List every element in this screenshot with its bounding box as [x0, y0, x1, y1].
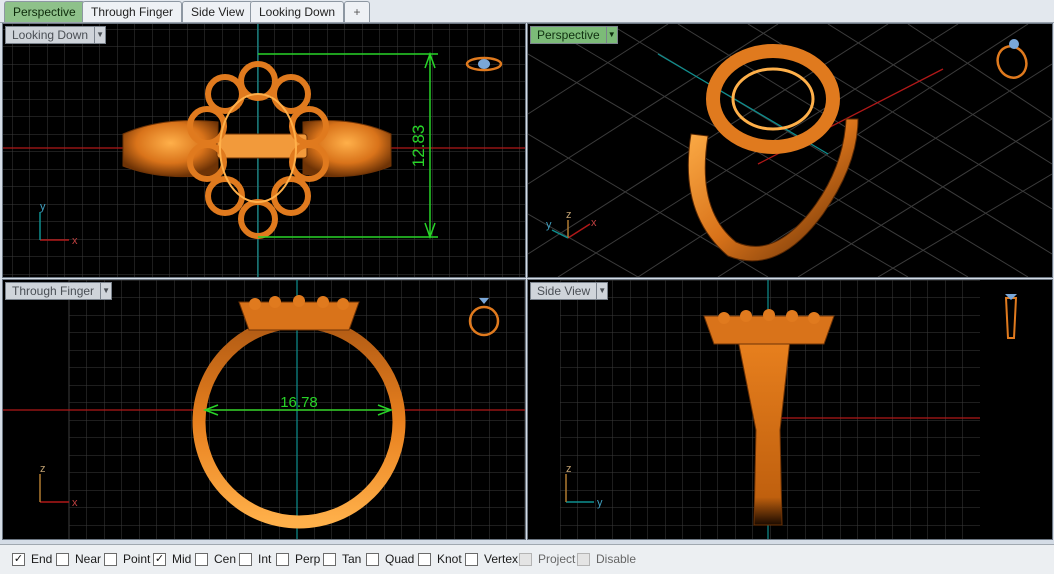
checkbox[interactable] — [366, 552, 379, 566]
perspective-canvas: x z y — [528, 24, 1052, 277]
osnap-point[interactable]: Point — [104, 551, 150, 567]
ring-thumbnail-icon — [996, 39, 1028, 79]
osnap-perp[interactable]: Perp — [276, 551, 320, 567]
checkbox-checked[interactable]: ✓ — [153, 552, 166, 566]
svg-text:x: x — [72, 497, 78, 509]
axis-gizmo: x z y — [546, 209, 597, 239]
checkbox[interactable] — [56, 552, 69, 566]
checkbox[interactable] — [239, 552, 252, 566]
ring-thumbnail-icon — [1004, 294, 1018, 339]
svg-text:y: y — [40, 201, 46, 213]
chevron-down-icon[interactable]: ▼ — [605, 27, 617, 43]
osnap-mid[interactable]: ✓ Mid — [153, 551, 191, 567]
chevron-down-icon[interactable]: ▼ — [94, 27, 105, 43]
osnap-disable[interactable]: Disable — [577, 551, 636, 567]
osnap-cen[interactable]: Cen — [195, 551, 236, 567]
tab-side-view[interactable]: Side View — [182, 1, 254, 22]
checkbox[interactable] — [323, 552, 336, 566]
viewport-tab-bar: Perspective Through Finger Side View Loo… — [0, 0, 1054, 23]
viewport-label-looking-down[interactable]: Looking Down ▼ — [5, 26, 107, 44]
osnap-knot[interactable]: Knot — [418, 551, 462, 567]
chevron-down-icon[interactable]: ▼ — [596, 283, 607, 299]
through-finger-canvas: 16.78 x z — [3, 280, 525, 539]
viewport-side-view[interactable]: y z Side View ▼ — [527, 279, 1053, 540]
svg-text:x: x — [591, 217, 597, 229]
dimension-label: 12.83 — [409, 125, 428, 168]
chevron-down-icon[interactable]: ▼ — [100, 283, 111, 299]
svg-text:x: x — [72, 235, 78, 247]
viewport-looking-down[interactable]: 12.83 x y Looking Down ▼ — [2, 23, 526, 278]
osnap-int[interactable]: Int — [239, 551, 271, 567]
ring-shank-left — [122, 120, 219, 178]
viewport-label-through-finger[interactable]: Through Finger ▼ — [5, 282, 113, 300]
viewport-through-finger[interactable]: 16.78 x z Through Finger ▼ — [2, 279, 526, 540]
svg-text:y: y — [546, 219, 552, 231]
checkbox[interactable] — [104, 552, 117, 566]
dimension-label: 16.78 — [280, 394, 318, 411]
viewport-perspective[interactable]: x z y Perspective ▼ — [527, 23, 1053, 278]
tab-perspective[interactable]: Perspective — [4, 1, 85, 22]
checkbox[interactable] — [418, 552, 431, 566]
tab-through-finger[interactable]: Through Finger — [82, 1, 183, 22]
checkbox-checked[interactable]: ✓ — [12, 552, 25, 566]
checkbox[interactable] — [519, 552, 532, 566]
svg-text:z: z — [566, 209, 572, 221]
osnap-bar: ✓ End Near Point ✓ Mid Cen Int Perp Tan Qu… — [0, 544, 1054, 574]
viewport-label-perspective[interactable]: Perspective ▼ — [530, 26, 618, 44]
svg-text:y: y — [597, 497, 603, 509]
osnap-vertex[interactable]: Vertex — [465, 551, 518, 567]
svg-text:z: z — [40, 463, 46, 475]
osnap-project[interactable]: Project — [519, 551, 575, 567]
checkbox[interactable] — [465, 552, 478, 566]
osnap-end[interactable]: ✓ End — [12, 551, 52, 567]
add-tab-button[interactable]: + — [344, 1, 370, 22]
checkbox[interactable] — [195, 552, 208, 566]
checkbox[interactable] — [276, 552, 289, 566]
osnap-near[interactable]: Near — [56, 551, 101, 567]
svg-text:z: z — [566, 463, 572, 475]
viewport-label-side-view[interactable]: Side View ▼ — [530, 282, 609, 300]
checkbox[interactable] — [577, 552, 590, 566]
osnap-quad[interactable]: Quad — [366, 551, 414, 567]
side-view-canvas: y z — [560, 280, 1018, 539]
looking-down-canvas: 12.83 x y — [3, 24, 525, 277]
osnap-tan[interactable]: Tan — [323, 551, 361, 567]
tab-looking-down[interactable]: Looking Down — [250, 1, 345, 22]
